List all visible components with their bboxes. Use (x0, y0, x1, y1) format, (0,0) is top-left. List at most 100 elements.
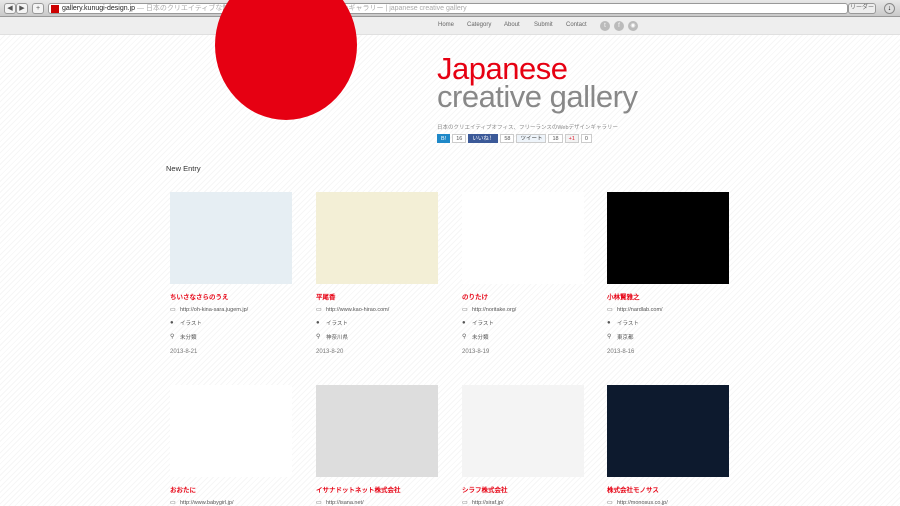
section-title: New Entry (166, 164, 201, 173)
entry-card[interactable]: 小林賢雅之 ▭ http://nardlab.com/ ● イラスト ⚲ 東京都 2013-… (607, 192, 729, 355)
entry-name[interactable]: 平尾香 (316, 291, 438, 301)
entry-category-row: ● イラスト (607, 319, 729, 328)
entry-thumbnail[interactable] (607, 192, 729, 284)
entry-category-row: ● イラスト (462, 319, 584, 328)
entry-card[interactable]: のりたけ ▭ http://noritake.org/ ● イラスト ⚲ 未分類 2013-… (462, 192, 584, 355)
entry-name[interactable]: イサナドットネット株式会社 (316, 484, 438, 494)
twitter-icon[interactable]: t (600, 21, 610, 31)
nav-submit[interactable]: Submit (534, 22, 553, 28)
entry-card[interactable]: イサナドットネット株式会社 ▭ http://isana.net/ (316, 385, 438, 506)
entry-location: 神奈川県 (326, 335, 349, 341)
hatena-button[interactable]: B! (437, 134, 451, 143)
facebook-like-button[interactable]: いいね！ (468, 134, 499, 143)
entry-url[interactable]: http://oh-kina-sara.jugem.jp/ (180, 307, 248, 313)
page-content: Japanese creative gallery 日本のクリエイティブオフィス… (0, 0, 900, 506)
entry-location-row: ⚲ 未分類 (170, 333, 292, 342)
entry-location-row: ⚲ 東京都 (607, 333, 729, 342)
nav-about[interactable]: About (504, 22, 520, 28)
website-icon: ▭ (607, 306, 613, 313)
entry-name[interactable]: 小林賢雅之 (607, 291, 729, 301)
entry-card[interactable]: ちいさなさらのうえ ▭ http://oh-kina-sara.jugem.jp/… (170, 192, 292, 355)
location-pin-icon: ⚲ (607, 333, 612, 340)
entry-url[interactable]: http://monosus.co.jp/ (617, 500, 668, 506)
person-icon: ● (462, 319, 466, 326)
entry-url[interactable]: http://isana.net/ (326, 500, 364, 506)
back-button[interactable]: ◀ (4, 3, 16, 14)
entry-name[interactable]: ちいさなさらのうえ (170, 291, 292, 301)
entry-thumbnail[interactable] (170, 192, 292, 284)
entry-url-row: ▭ http://isana.net/ (316, 500, 438, 506)
entry-category-row: ● イラスト (170, 319, 292, 328)
entry-name[interactable]: シラフ株式会社 (462, 484, 584, 494)
location-pin-icon: ⚲ (316, 333, 321, 340)
address-bar[interactable]: gallery.kunugi-design.jp — 日本のクリエイティブな制作… (48, 3, 848, 14)
entry-location: 東京都 (617, 335, 634, 341)
entry-thumbnail[interactable] (316, 385, 438, 477)
entry-card[interactable]: 平尾香 ▭ http://www.kao-hirao.com/ ● イラスト ⚲ 神奈川県… (316, 192, 438, 355)
entry-category-row: ● イラスト (316, 319, 438, 328)
tweet-count: 18 (548, 134, 563, 143)
url-domain: gallery.kunugi-design.jp (62, 5, 136, 12)
favicon-icon (51, 5, 59, 13)
entry-date: 2013-8-21 (170, 349, 198, 355)
website-icon: ▭ (170, 306, 176, 313)
entry-url[interactable]: http://www.babygirl.jp/ (180, 500, 234, 506)
entry-url[interactable]: http://www.kao-hirao.com/ (326, 307, 389, 313)
website-icon: ▭ (462, 499, 468, 506)
entry-location: 未分類 (472, 335, 489, 341)
entry-date: 2013-8-20 (316, 349, 344, 355)
downloads-icon[interactable]: ↓ (884, 3, 895, 14)
entry-url-row: ▭ http://siraf.jp/ (462, 500, 584, 506)
nav-category[interactable]: Category (467, 22, 491, 28)
entry-url[interactable]: http://nardlab.com/ (617, 307, 663, 313)
gplus-count: 0 (580, 134, 592, 143)
website-icon: ▭ (170, 499, 176, 506)
entry-date: 2013-8-19 (462, 349, 490, 355)
tweet-button[interactable]: ツイート (516, 134, 547, 143)
entry-thumbnail[interactable] (607, 385, 729, 477)
entry-category: イラスト (180, 321, 202, 327)
entry-name[interactable]: のりたけ (462, 291, 584, 301)
entry-url-row: ▭ http://www.kao-hirao.com/ (316, 306, 438, 314)
gplus-button[interactable]: +1 (564, 134, 579, 143)
share-buttons: B! 16 いいね！ 58 ツイート 18 +1 0 (437, 134, 592, 143)
entry-location-row: ⚲ 神奈川県 (316, 333, 438, 342)
reader-button[interactable]: リーダー (848, 3, 876, 14)
facebook-icon[interactable]: f (614, 21, 624, 31)
entry-thumbnail[interactable] (462, 192, 584, 284)
hatena-count: 16 (452, 134, 467, 143)
entry-category: イラスト (472, 321, 494, 327)
entry-card[interactable]: 株式会社モノサス ▭ http://monosus.co.jp/ (607, 385, 729, 506)
entry-card[interactable]: おおたに ▭ http://www.babygirl.jp/ (170, 385, 292, 506)
japan-map-logo[interactable] (215, 0, 357, 120)
entry-thumbnail[interactable] (316, 192, 438, 284)
rss-icon[interactable]: ◉ (628, 21, 638, 31)
entry-url-row: ▭ http://www.babygirl.jp/ (170, 500, 292, 506)
entry-thumbnail[interactable] (462, 385, 584, 477)
browser-toolbar: ◀ ▶ + gallery.kunugi-design.jp — 日本のクリエイ… (0, 0, 900, 17)
entry-url-row: ▭ http://monosus.co.jp/ (607, 500, 729, 506)
entry-url-row: ▭ http://nardlab.com/ (607, 306, 729, 314)
entry-url-row: ▭ http://noritake.org/ (462, 306, 584, 314)
entry-card[interactable]: シラフ株式会社 ▭ http://siraf.jp/ (462, 385, 584, 506)
site-subtitle: 日本のクリエイティブオフィス、フリーランスのWebデザインギャラリー (437, 125, 619, 131)
entry-name[interactable]: 株式会社モノサス (607, 484, 729, 494)
nav-home[interactable]: Home (438, 22, 454, 28)
website-icon: ▭ (316, 306, 322, 313)
entry-url-row: ▭ http://oh-kina-sara.jugem.jp/ (170, 306, 292, 314)
entry-date: 2013-8-16 (607, 349, 635, 355)
entry-url[interactable]: http://siraf.jp/ (472, 500, 504, 506)
person-icon: ● (316, 319, 320, 326)
facebook-count: 58 (500, 134, 515, 143)
forward-button[interactable]: ▶ (16, 3, 28, 14)
add-bookmark-button[interactable]: + (32, 3, 44, 14)
entry-location-row: ⚲ 未分類 (462, 333, 584, 342)
website-icon: ▭ (462, 306, 468, 313)
location-pin-icon: ⚲ (170, 333, 175, 340)
nav-contact[interactable]: Contact (566, 22, 587, 28)
entry-name[interactable]: おおたに (170, 484, 292, 494)
entry-thumbnail[interactable] (170, 385, 292, 477)
person-icon: ● (607, 319, 611, 326)
entry-category: イラスト (617, 321, 639, 327)
entry-url[interactable]: http://noritake.org/ (472, 307, 516, 313)
